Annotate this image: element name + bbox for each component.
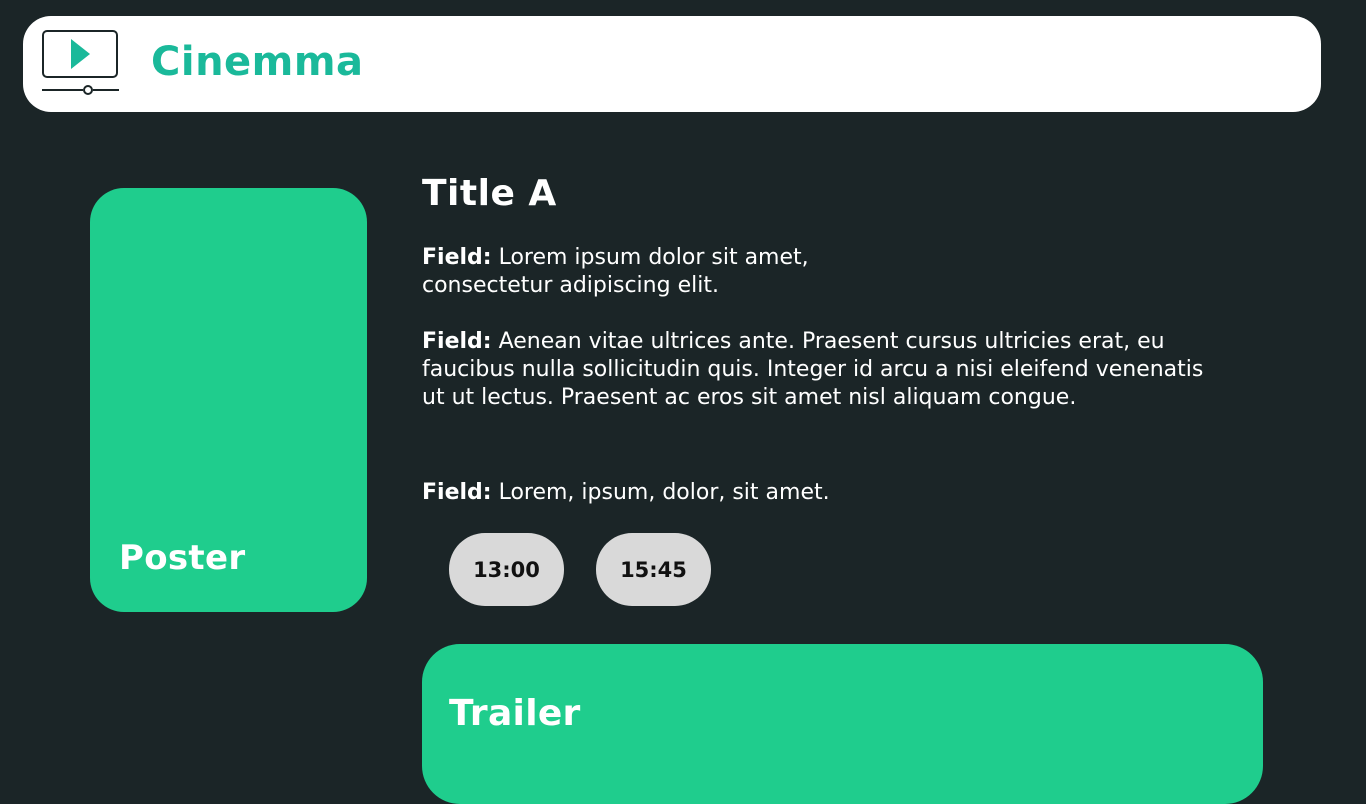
top-header: Cinemma bbox=[23, 16, 1321, 112]
movie-trailer[interactable]: Trailer bbox=[422, 644, 1263, 804]
field-value: Aenean vitae ultrices ante. Praesent cur… bbox=[422, 329, 1204, 410]
poster-label: Poster bbox=[119, 538, 246, 578]
field-label: Field: bbox=[422, 480, 492, 505]
field-value: Lorem, ipsum, dolor, sit amet. bbox=[498, 480, 830, 505]
movie-field: Field: Lorem, ipsum, dolor, sit amet. bbox=[422, 479, 1212, 507]
movie-poster[interactable]: Poster bbox=[90, 188, 367, 612]
play-monitor-icon[interactable] bbox=[41, 29, 121, 97]
field-label: Field: bbox=[422, 329, 492, 354]
field-label: Field: bbox=[422, 245, 492, 270]
movie-details: Title A Field: Lorem ipsum dolor sit ame… bbox=[422, 170, 1222, 505]
movie-field: Field: Aenean vitae ultrices ante. Praes… bbox=[422, 328, 1212, 412]
movie-title: Title A bbox=[422, 173, 557, 214]
showtime-button[interactable]: 13:00 bbox=[449, 533, 564, 606]
showtime-button[interactable]: 15:45 bbox=[596, 533, 711, 606]
showtimes: 13:00 15:45 bbox=[449, 533, 711, 606]
trailer-label: Trailer bbox=[449, 693, 581, 734]
movie-field: Field: Lorem ipsum dolor sit amet, conse… bbox=[422, 244, 862, 300]
brand-name[interactable]: Cinemma bbox=[151, 38, 364, 86]
